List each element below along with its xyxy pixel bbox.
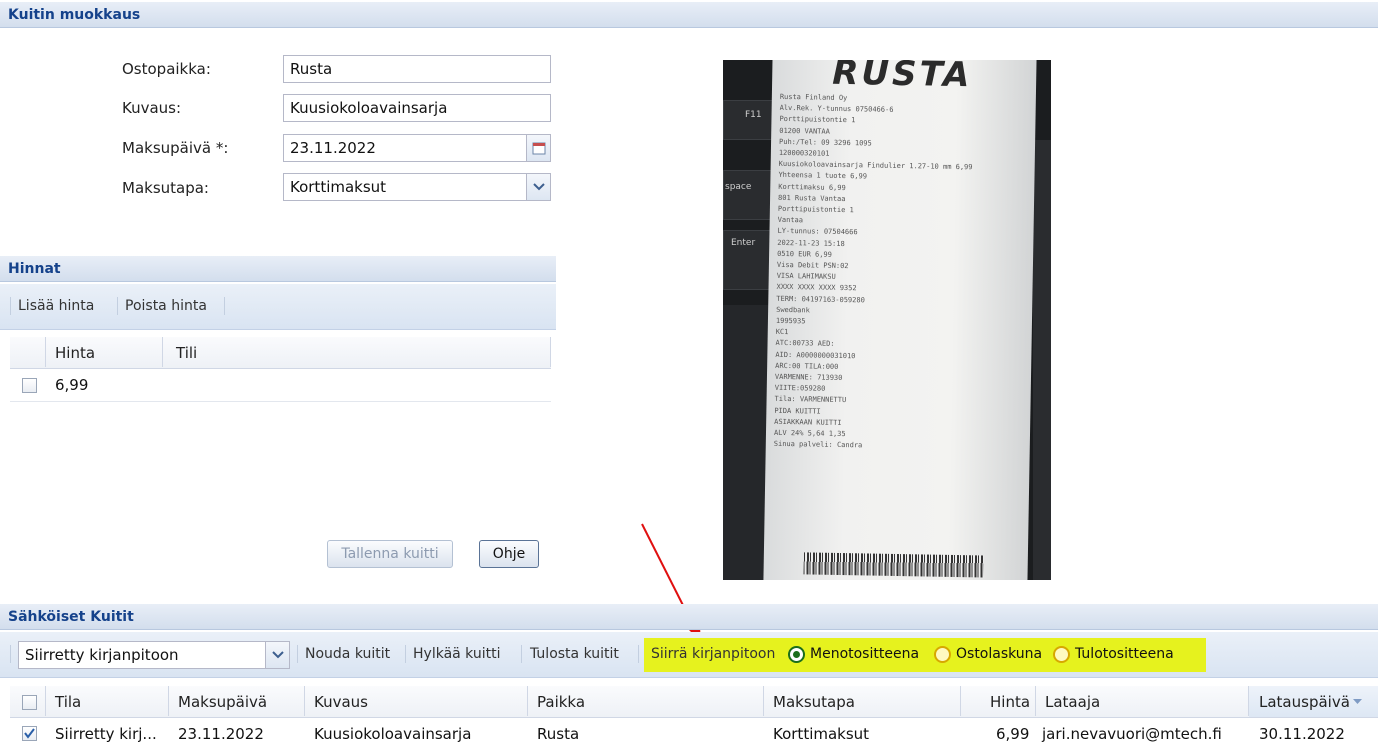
table-row[interactable]: Siirretty kirj... 23.11.2022 Kuusiokoloa… xyxy=(10,719,1378,748)
receipts-grid-header: Tila Maksupäivä Kuvaus Paikka Maksutapa … xyxy=(10,686,1378,718)
description-cell: Kuusiokoloavainsarja xyxy=(314,725,472,743)
purchase-invoice-label: Ostolaskuna xyxy=(956,646,1043,662)
price-cell: 6,99 xyxy=(996,725,1030,743)
sort-desc-icon xyxy=(1353,699,1362,704)
upload-date-column-header-sorted[interactable]: Latauspäivä xyxy=(1249,686,1378,717)
print-receipts-button[interactable]: Tulosta kuitit xyxy=(530,646,619,662)
transfer-to-accounting-button[interactable]: Siirrä kirjanpitoon xyxy=(651,646,775,662)
uploader-cell: jari.nevavuori@mtech.fi xyxy=(1042,725,1222,743)
status-select-value: Siirretty kirjanpitoon xyxy=(25,646,179,664)
method-column-header[interactable]: Maksutapa xyxy=(773,693,855,711)
uploader-column-header[interactable]: Lataaja xyxy=(1045,693,1100,711)
place-cell: Rusta xyxy=(537,725,580,743)
upload-date-cell: 30.11.2022 xyxy=(1259,725,1345,743)
transfer-highlight: Siirrä kirjanpitoon Menotositteena Ostol… xyxy=(644,638,1206,672)
income-voucher-radio[interactable] xyxy=(1053,646,1070,663)
receipts-toolbar: Siirretty kirjanpitoon Nouda kuitit Hylk… xyxy=(0,632,1378,678)
income-voucher-label: Tulotositteena xyxy=(1075,646,1174,662)
description-column-header[interactable]: Kuvaus xyxy=(314,693,368,711)
status-column-header[interactable]: Tila xyxy=(55,693,81,711)
pay-date-cell: 23.11.2022 xyxy=(178,725,264,743)
pay-date-column-header[interactable]: Maksupäivä xyxy=(178,693,267,711)
fetch-receipts-button[interactable]: Nouda kuitit xyxy=(305,646,390,662)
receipts-panel-header: Sähköiset Kuitit xyxy=(0,604,1378,630)
purchase-invoice-radio[interactable] xyxy=(934,646,951,663)
row-checkbox-checked[interactable] xyxy=(22,726,37,741)
place-column-header[interactable]: Paikka xyxy=(537,693,585,711)
upload-date-column-header: Latauspäivä xyxy=(1259,693,1350,711)
expense-voucher-label: Menotositteena xyxy=(810,646,920,662)
method-cell: Korttimaksut xyxy=(773,725,870,743)
status-select[interactable]: Siirretty kirjanpitoon xyxy=(18,641,290,669)
price-column-header[interactable]: Hinta xyxy=(990,693,1030,711)
expense-voucher-radio[interactable] xyxy=(788,646,805,663)
reject-receipt-button[interactable]: Hylkää kuitti xyxy=(413,646,500,662)
select-all-checkbox[interactable] xyxy=(22,695,37,710)
status-cell: Siirretty kirj... xyxy=(55,725,157,743)
chevron-down-icon[interactable] xyxy=(265,642,289,668)
